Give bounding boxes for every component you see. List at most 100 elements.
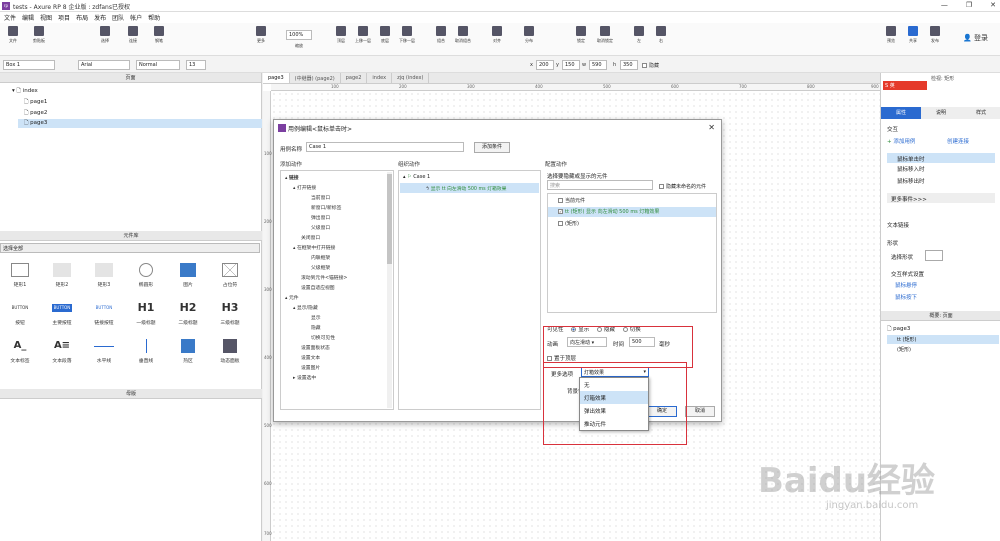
lib-ellipse[interactable]: 椭圆形 xyxy=(128,263,164,288)
lib-image[interactable]: 图片 xyxy=(170,263,206,288)
case-name-input[interactable]: Case 1 xyxy=(306,142,464,152)
page-item-page3[interactable]: 🗋 page3 xyxy=(18,119,262,128)
menu-account[interactable]: 帐户 xyxy=(130,13,142,22)
tab-zjq-index[interactable]: zjq (index) xyxy=(392,73,430,83)
widget-rect[interactable]: (矩形) xyxy=(558,220,579,227)
action-item[interactable]: 当前窗口 xyxy=(311,194,330,201)
action-item[interactable]: ▴ 打开链接 xyxy=(293,184,316,191)
style-select[interactable]: Box 1 xyxy=(3,60,55,70)
action-tree-scrollbar[interactable] xyxy=(387,172,392,408)
menu-layout[interactable]: 布局 xyxy=(76,13,88,22)
toolbar-align-button[interactable]: 对齐 xyxy=(486,26,508,44)
mouse-down-link[interactable]: 鼠标按下 xyxy=(895,293,917,301)
page-item-page1[interactable]: 🗋 page1 xyxy=(24,98,47,107)
toolbar-top-button[interactable]: 顶层 xyxy=(330,26,352,44)
menu-project[interactable]: 项目 xyxy=(58,13,70,22)
action-item[interactable]: 显示 xyxy=(311,314,321,321)
widget-current[interactable]: 当前元件 xyxy=(558,197,585,204)
lib-rect2[interactable]: 矩形2 xyxy=(44,263,80,288)
y-input[interactable]: 150 xyxy=(562,60,580,70)
menu-team[interactable]: 团队 xyxy=(112,13,124,22)
lib-dynamic-panel[interactable]: 动态面板 xyxy=(212,339,248,364)
hidden-checkbox[interactable]: 隐藏 xyxy=(642,62,659,69)
toolbar-down-button[interactable]: 下移一层 xyxy=(396,26,418,44)
lib-button[interactable]: BUTTON 按钮 xyxy=(2,301,38,326)
outline-page[interactable]: 🗋 page3 xyxy=(887,325,910,334)
menu-help[interactable]: 帮助 xyxy=(148,13,160,22)
action-item[interactable]: 设置文本 xyxy=(301,354,320,361)
action-item[interactable]: 设置图片 xyxy=(301,364,320,371)
lib-paragraph[interactable]: A≡ 文本段落 xyxy=(44,339,80,364)
org-case-item[interactable]: ▴ ⚐ Case 1 xyxy=(403,174,430,180)
lib-link-button[interactable]: BUTTON 链接按钮 xyxy=(86,301,122,326)
maximize-button[interactable]: ❐ xyxy=(966,1,972,9)
action-item[interactable]: 设置自适应视图 xyxy=(301,284,335,291)
toolbar-preview-button[interactable]: 预览 xyxy=(880,26,902,44)
toolbar-pen-button[interactable]: 钢笔 xyxy=(148,26,170,44)
lib-hotspot[interactable]: 热区 xyxy=(170,339,206,364)
menu-file[interactable]: 文件 xyxy=(4,13,16,22)
w-input[interactable]: 590 xyxy=(589,60,607,70)
toolbar-bottom-button[interactable]: 底层 xyxy=(374,26,396,44)
outline-item-tt[interactable]: tt (矩形) xyxy=(887,335,999,344)
toolbar-lock-button[interactable]: 锁定 xyxy=(570,26,592,44)
zoom-select[interactable]: 100% xyxy=(286,30,312,40)
minimize-button[interactable]: — xyxy=(941,1,948,9)
page-item-index[interactable]: ▾ 🗋 index xyxy=(12,87,38,96)
toolbar-share-button[interactable]: 共享 xyxy=(902,26,924,44)
lib-primary-button[interactable]: BUTTON 主要按钮 xyxy=(44,301,80,326)
toolbar-clipboard-button[interactable]: 剪贴板 xyxy=(28,26,50,44)
action-item[interactable]: 设置面板状态 xyxy=(301,344,330,351)
tab-index[interactable]: index xyxy=(367,73,393,83)
lib-rect3[interactable]: 矩形3 xyxy=(86,263,122,288)
outline-item-rect[interactable]: (矩形) xyxy=(897,346,911,353)
tab-style[interactable]: 样式 xyxy=(961,107,1000,119)
action-item[interactable]: 内联框架 xyxy=(311,254,330,261)
more-events-select[interactable]: 更多事件>>> xyxy=(887,193,995,203)
font-select[interactable]: Arial xyxy=(78,60,130,70)
toolbar-distribute-button[interactable]: 分布 xyxy=(518,26,540,44)
toolbar-right-button[interactable]: 右 xyxy=(650,26,672,44)
login-button[interactable]: 👤 登录 xyxy=(963,33,988,43)
action-item[interactable]: ▴ 链接 xyxy=(285,174,299,181)
action-item[interactable]: ▴ 元件 xyxy=(285,294,299,301)
lib-hline[interactable]: 水平线 xyxy=(86,339,122,364)
action-item[interactable]: 滚动到元件<锚链接> xyxy=(301,274,347,281)
dialog-close-icon[interactable]: ✕ xyxy=(708,123,715,132)
lib-placeholder[interactable]: 占位符 xyxy=(212,263,248,288)
toolbar-file-button[interactable]: 文件 xyxy=(2,26,24,44)
toolbar-more-button[interactable]: 更多 xyxy=(250,26,272,44)
event-mouse-enter[interactable]: 鼠标移入时 xyxy=(897,165,925,173)
widget-search-input[interactable]: 搜索 xyxy=(547,180,653,190)
action-item[interactable]: ▴ 在框架中打开链接 xyxy=(293,244,335,251)
toolbar-up-button[interactable]: 上移一层 xyxy=(352,26,374,44)
lib-h2[interactable]: H2 二级标题 xyxy=(170,301,206,326)
add-condition-button[interactable]: 添加条件 xyxy=(474,142,510,153)
action-item[interactable]: ▸ 设置选中 xyxy=(293,374,316,381)
action-item[interactable]: ▴ 显示/隐藏 xyxy=(293,304,318,311)
x-input[interactable]: 200 xyxy=(536,60,554,70)
action-item[interactable]: 父级窗口 xyxy=(311,224,330,231)
action-item[interactable]: 关闭窗口 xyxy=(301,234,320,241)
menu-publish[interactable]: 发布 xyxy=(94,13,106,22)
org-action-item[interactable]: ϟ 显示 tt 向左滑动 500 ms 灯箱效果 xyxy=(400,183,539,193)
lib-h1[interactable]: H1 一级标题 xyxy=(128,301,164,326)
weight-select[interactable]: Normal xyxy=(136,60,180,70)
action-item[interactable]: 切换可见性 xyxy=(311,334,335,341)
cancel-button[interactable]: 取消 xyxy=(685,406,715,417)
mouse-hover-link[interactable]: 鼠标悬停 xyxy=(895,281,917,289)
menu-edit[interactable]: 编辑 xyxy=(22,13,34,22)
toolbar-select-button[interactable]: 选择 xyxy=(94,26,116,44)
event-click[interactable]: 鼠标单击时 xyxy=(887,153,995,163)
toolbar-publish-button[interactable]: 发布 xyxy=(924,26,946,44)
lib-vline[interactable]: 垂直线 xyxy=(128,339,164,364)
tab-repeater-page2[interactable]: (中继器) (page2) xyxy=(290,73,341,83)
create-link[interactable]: 创建连接 xyxy=(947,137,969,145)
widget-tt[interactable]: ✓ tt (矩形) 显示 向左滑动 500 ms 灯箱效果 xyxy=(548,207,716,217)
toolbar-ungroup-button[interactable]: 取消组合 xyxy=(452,26,474,44)
shape-picker[interactable] xyxy=(925,250,943,261)
toolbar-connect-button[interactable]: 连接 xyxy=(122,26,144,44)
action-item[interactable]: 父级框架 xyxy=(311,264,330,271)
toolbar-group-button[interactable]: 组合 xyxy=(430,26,452,44)
action-item[interactable]: 弹出窗口 xyxy=(311,214,330,221)
